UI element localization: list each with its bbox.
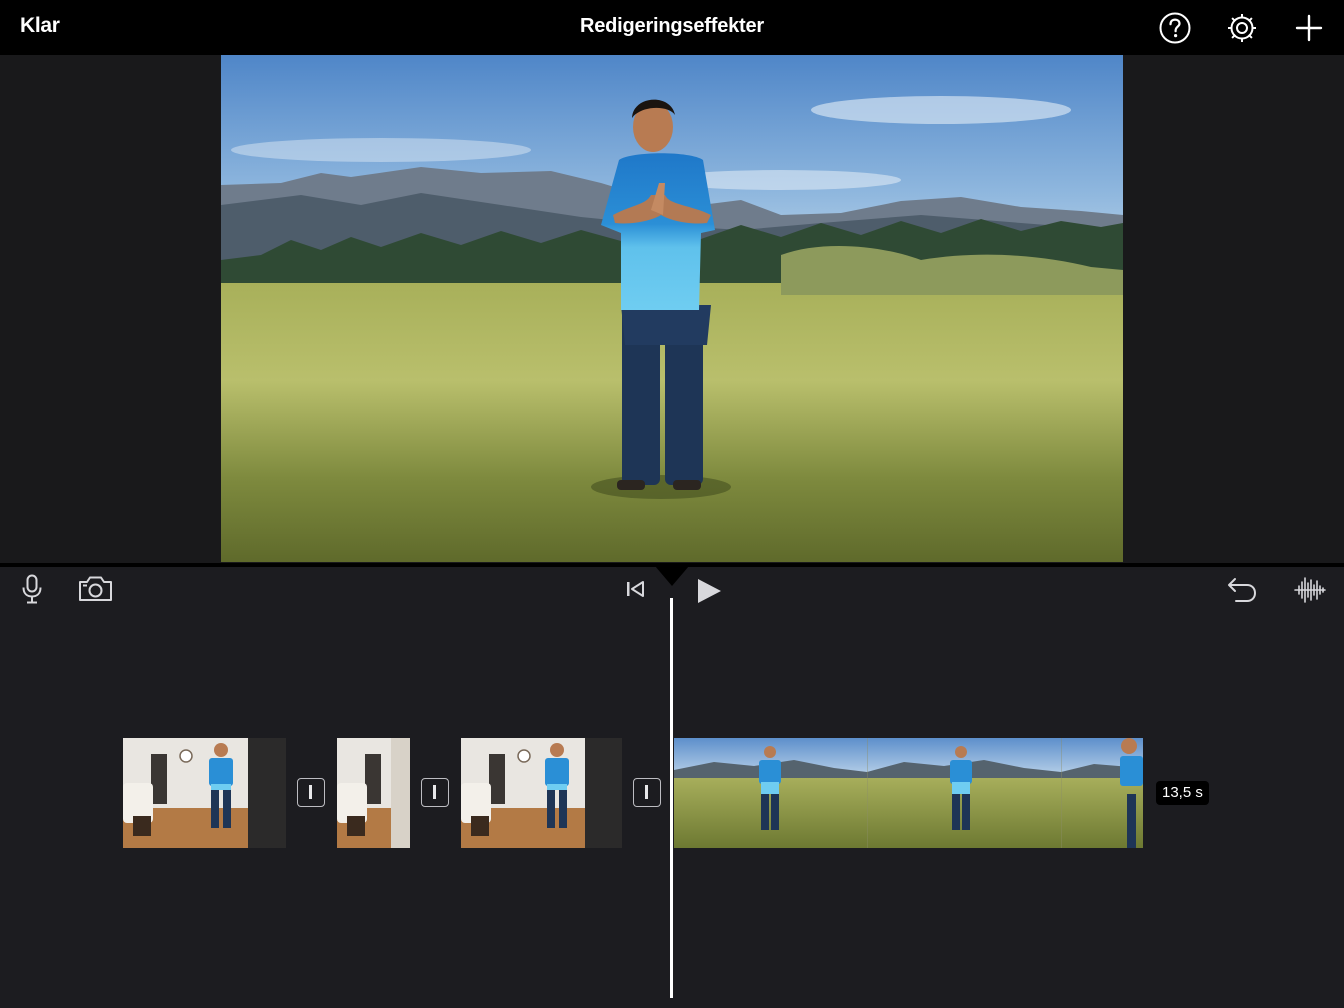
viewer-area [0, 55, 1344, 563]
audio-waveform-icon[interactable] [1294, 575, 1326, 605]
page-title: Redigeringseffekter [579, 15, 765, 37]
camera-icon[interactable] [78, 575, 113, 602]
clip-indoor-2[interactable] [337, 738, 410, 848]
undo-icon[interactable] [1226, 575, 1258, 605]
transition-button[interactable] [633, 778, 661, 807]
clip-duration-badge: 13,5 s [1156, 781, 1209, 805]
clip-meadow[interactable] [674, 738, 1143, 848]
transition-button[interactable] [421, 778, 449, 807]
play-icon[interactable] [695, 576, 723, 606]
transition-button[interactable] [297, 778, 325, 807]
top-navigation-bar: Klar Redigeringseffekter [0, 0, 1344, 55]
playhead-marker [655, 566, 689, 586]
clip-indoor-3[interactable] [461, 738, 622, 848]
playhead-line[interactable] [670, 598, 673, 998]
skip-to-start-icon[interactable] [626, 580, 646, 598]
microphone-icon[interactable] [21, 574, 43, 604]
help-icon[interactable] [1157, 10, 1193, 46]
clip-indoor-1[interactable] [123, 738, 286, 848]
settings-gear-icon[interactable] [1224, 10, 1260, 46]
add-plus-icon[interactable] [1291, 10, 1327, 46]
video-preview[interactable] [221, 55, 1123, 562]
